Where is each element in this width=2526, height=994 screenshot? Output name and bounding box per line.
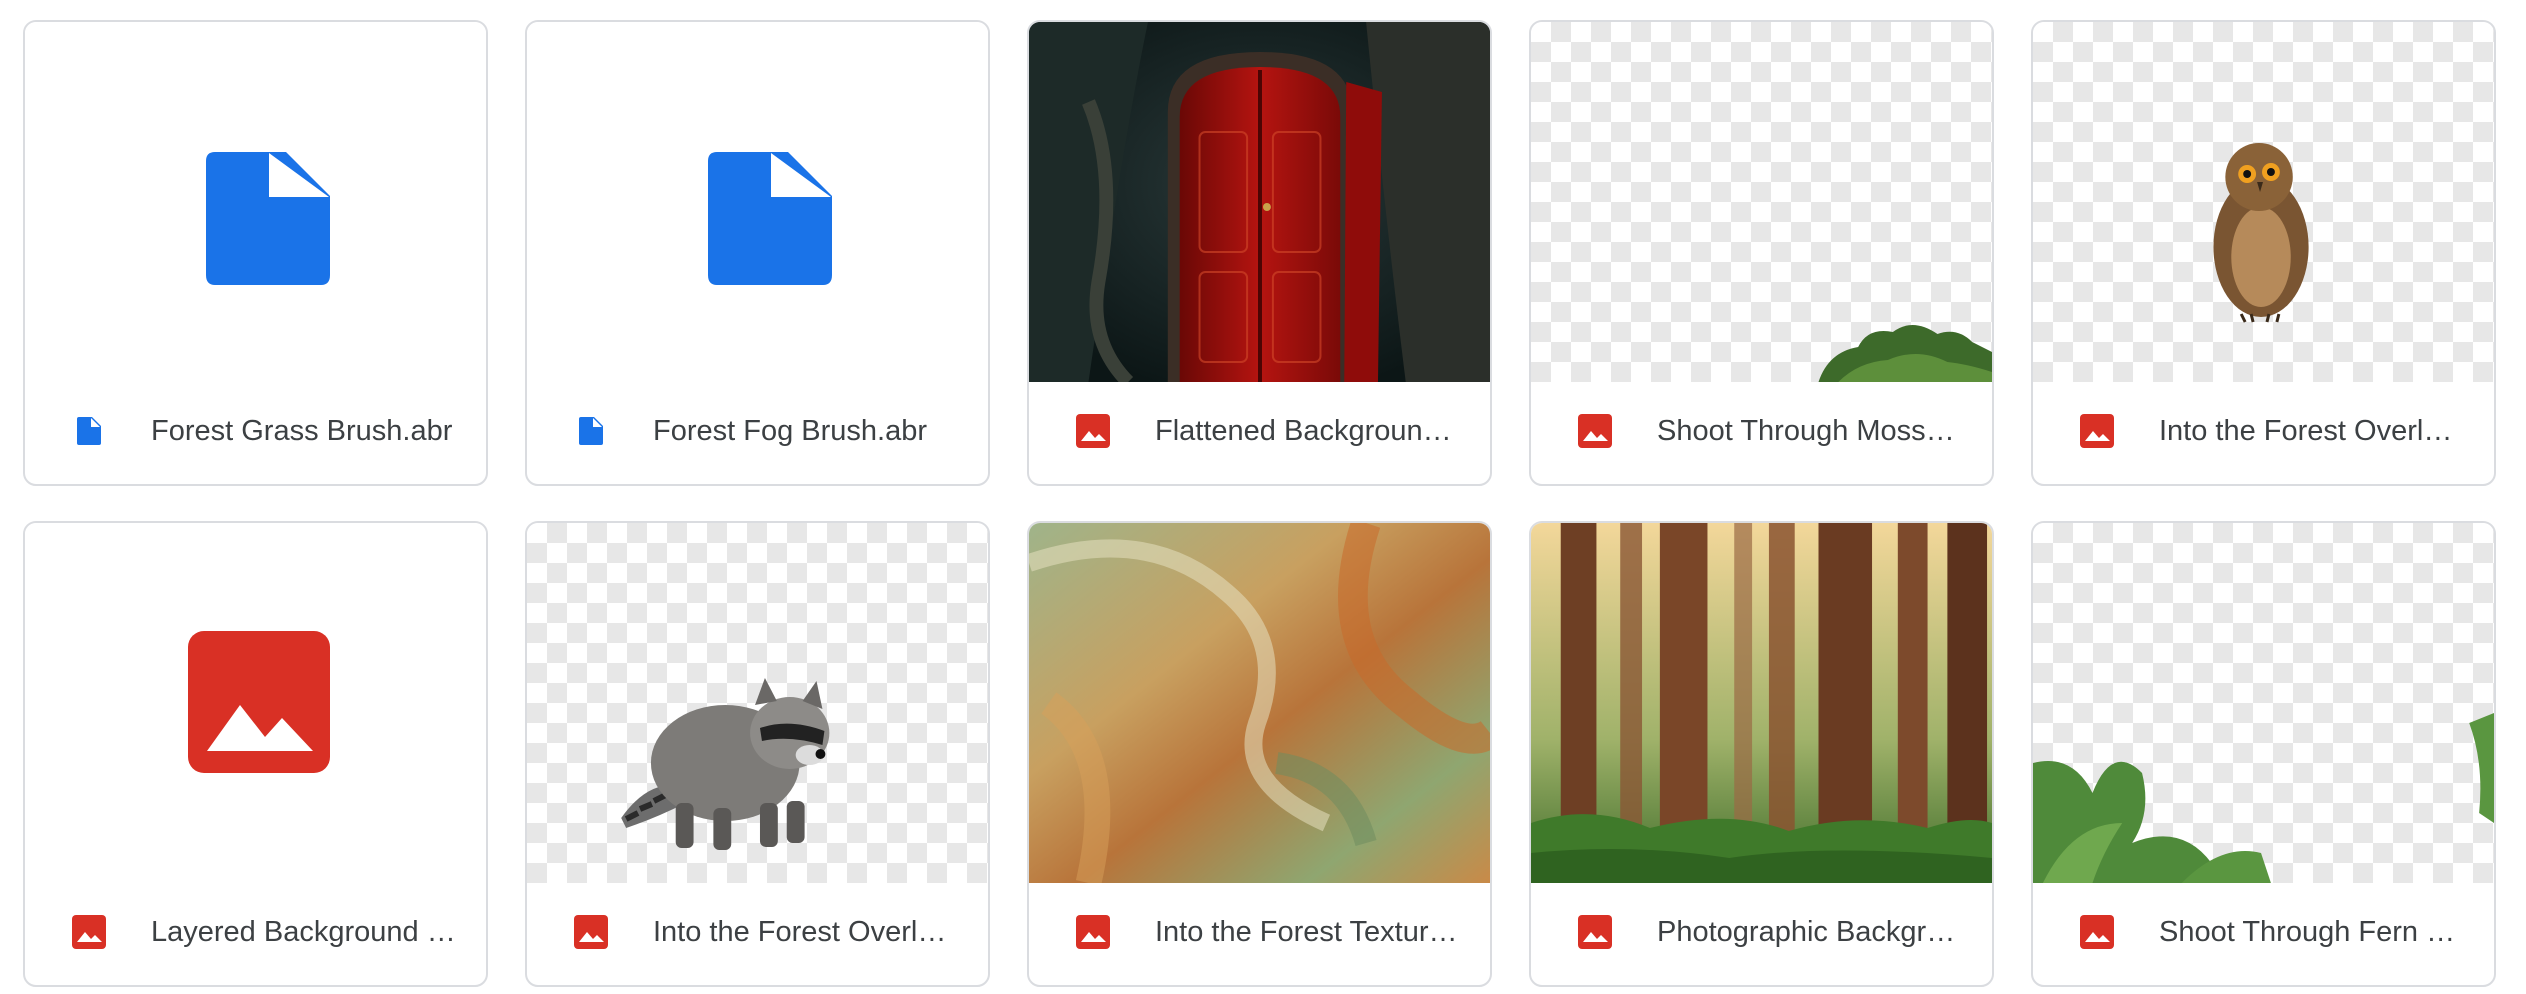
file-card[interactable]: Flattened Background ... (1027, 20, 1492, 486)
file-name: Into the Forest Overlay... (653, 915, 960, 948)
file-footer: Into the Forest Overlay... (527, 879, 988, 985)
file-name: Into the Forest Texture... (1155, 915, 1462, 948)
doc-icon (708, 152, 832, 285)
image-icon (69, 912, 109, 952)
doc-icon (206, 152, 330, 285)
file-footer: Into the Forest Texture... (1029, 879, 1490, 985)
redwood-forest-photo (1531, 523, 1992, 883)
image-icon (1073, 912, 1113, 952)
file-card[interactable]: Layered Background 3.... (23, 521, 488, 987)
file-name: Forest Grass Brush.abr (151, 414, 453, 447)
file-footer: Flattened Background ... (1029, 378, 1490, 484)
file-card[interactable]: Into the Forest Texture... (1027, 521, 1492, 987)
file-name: Layered Background 3.... (151, 915, 458, 948)
image-icon (1575, 411, 1615, 451)
file-name: Shoot Through Mossy ... (1657, 414, 1964, 447)
owl-overlay (2033, 22, 2494, 382)
file-preview (25, 523, 486, 883)
file-footer: Forest Fog Brush.abr (527, 378, 988, 484)
image-icon (1073, 411, 1113, 451)
red-door-photo (1029, 22, 1490, 382)
glitter-texture (1029, 523, 1490, 883)
image-icon (571, 912, 611, 952)
image-icon (1575, 912, 1615, 952)
file-footer: Forest Grass Brush.abr (25, 378, 486, 484)
moss-overlay (1531, 22, 1992, 382)
file-preview (25, 22, 486, 382)
file-card[interactable]: Into the Forest Overlay... (525, 521, 990, 987)
file-card[interactable]: Shoot Through Mossy ... (1529, 20, 1994, 486)
file-name: Into the Forest Overlay... (2159, 414, 2466, 447)
image-icon (2077, 411, 2117, 451)
raccoon-overlay (527, 523, 988, 883)
file-card[interactable]: Into the Forest Overlay... (2031, 20, 2496, 486)
file-name: Flattened Background ... (1155, 414, 1462, 447)
file-name: Shoot Through Fern Fl... (2159, 915, 2466, 948)
file-footer: Shoot Through Mossy ... (1531, 378, 1992, 484)
file-footer: Photographic Backgro... (1531, 879, 1992, 985)
file-preview (527, 22, 988, 382)
image-icon (2077, 912, 2117, 952)
fern-overlay (2033, 523, 2494, 883)
file-card[interactable]: Forest Grass Brush.abr (23, 20, 488, 486)
file-card[interactable]: Forest Fog Brush.abr (525, 20, 990, 486)
file-footer: Into the Forest Overlay... (2033, 378, 2494, 484)
file-footer: Layered Background 3.... (25, 879, 486, 985)
doc-icon (69, 411, 109, 451)
file-name: Photographic Backgro... (1657, 915, 1964, 948)
file-card[interactable]: Shoot Through Fern Fl... (2031, 521, 2496, 987)
doc-icon (571, 411, 611, 451)
file-name: Forest Fog Brush.abr (653, 414, 927, 447)
file-footer: Shoot Through Fern Fl... (2033, 879, 2494, 985)
file-grid: Forest Grass Brush.abr Forest Fog Brush.… (0, 0, 2526, 994)
file-card[interactable]: Photographic Backgro... (1529, 521, 1994, 987)
image-icon (188, 631, 330, 773)
